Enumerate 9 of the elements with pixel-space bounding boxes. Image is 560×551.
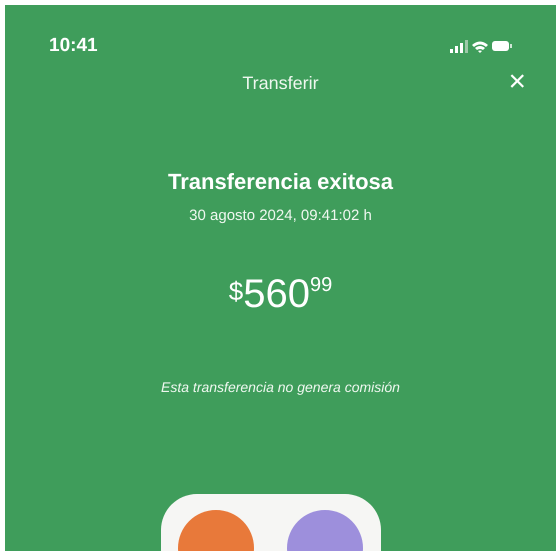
status-time: 10:41 (49, 35, 98, 57)
commission-note: Esta transferencia no genera comisión (161, 379, 400, 395)
wifi-icon (472, 40, 488, 52)
success-title: Transferencia exitosa (168, 169, 393, 195)
signal-icon (450, 39, 468, 53)
close-button[interactable]: × (504, 67, 530, 97)
transfer-date: 30 agosto 2024, 09:41:02 h (189, 207, 372, 224)
battery-icon (492, 41, 512, 51)
screen-title: Transferir (242, 73, 319, 94)
